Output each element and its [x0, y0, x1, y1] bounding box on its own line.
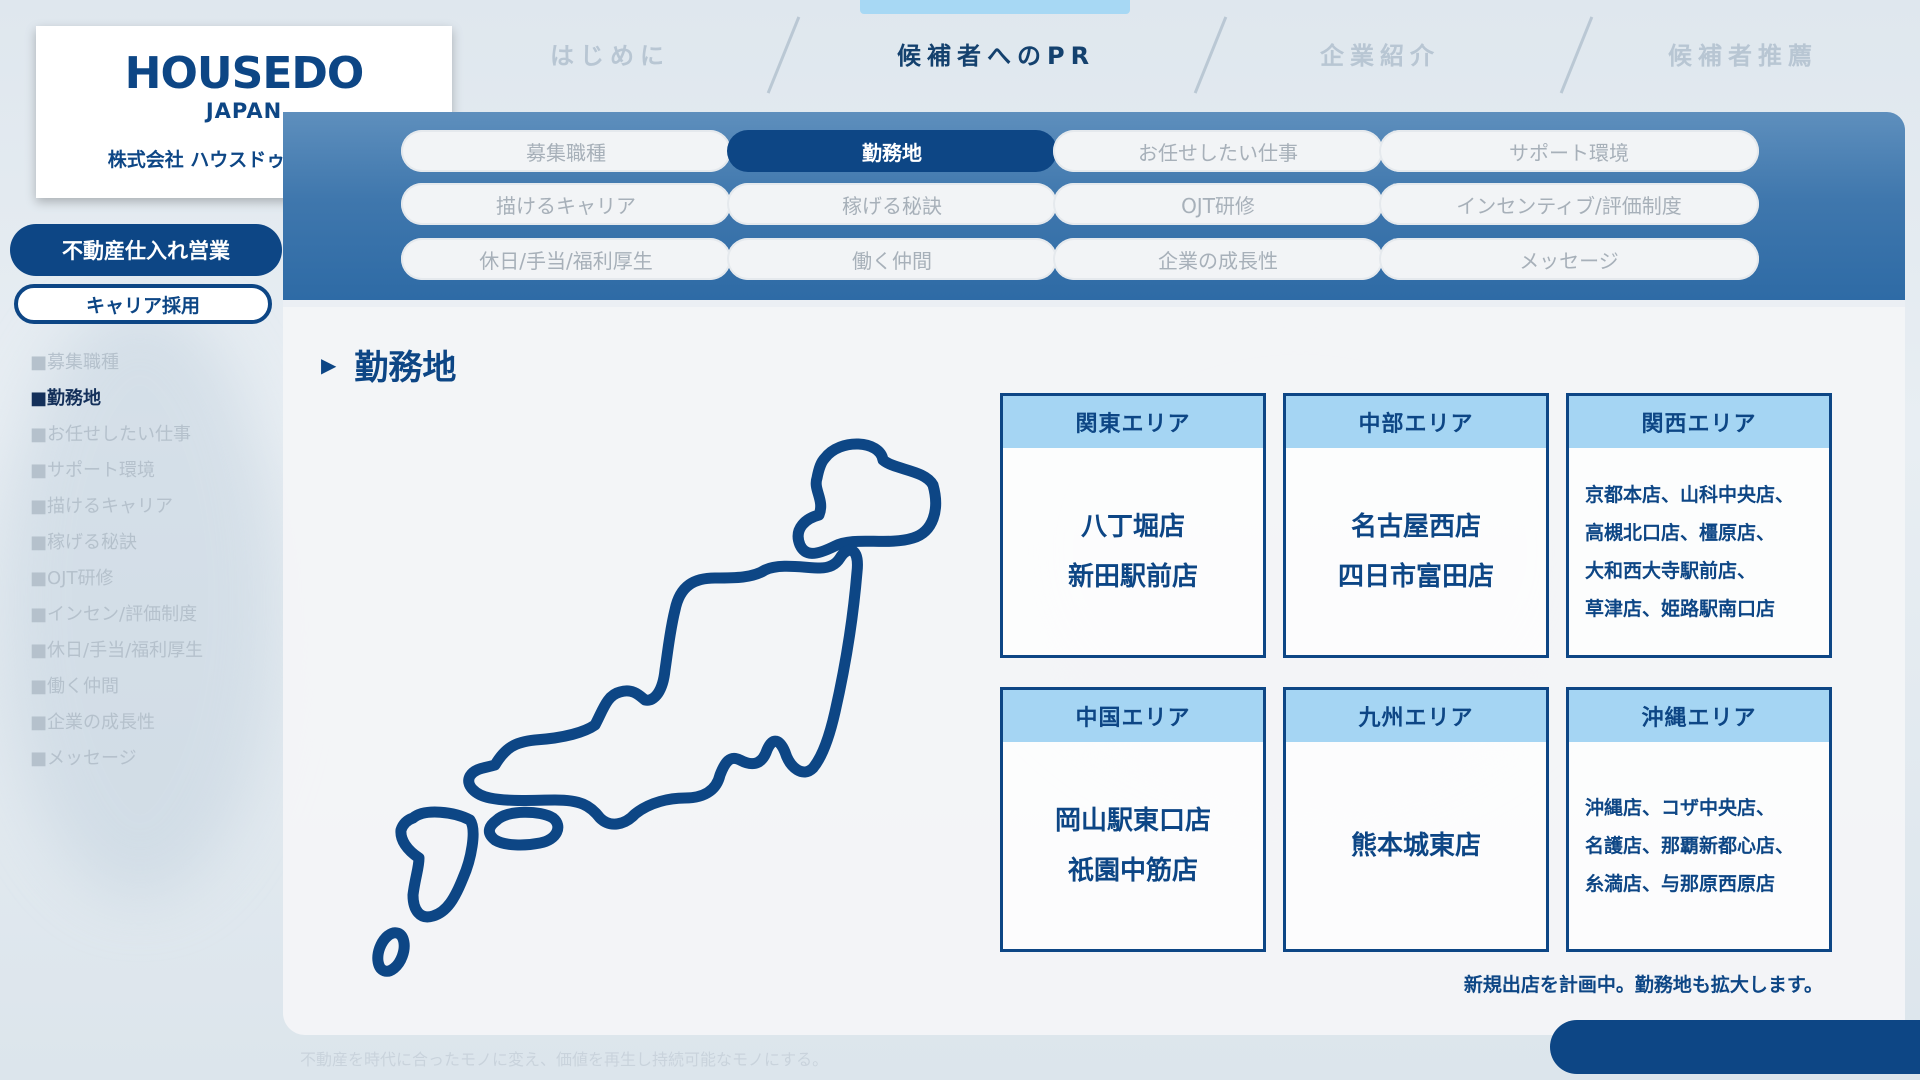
store-name: 新田駅前店: [1067, 561, 1198, 592]
sidebar-item[interactable]: ■インセン/評価制度: [30, 602, 203, 638]
menu-pill[interactable]: 募集職種: [401, 130, 731, 172]
nav-divider: [1559, 16, 1594, 94]
store-name: 草津店、姫路駅南口店: [1585, 597, 1776, 620]
area-heading: 九州エリア: [1286, 690, 1546, 742]
top-nav-indicator: [860, 0, 1130, 14]
section-title: 勤務地: [354, 348, 457, 388]
store-name: 四日市富田店: [1337, 561, 1494, 592]
brand-logo: HOUSEDO: [124, 48, 365, 99]
area-heading: 関西エリア: [1569, 396, 1829, 448]
menu-pill[interactable]: 描けるキャリア: [401, 183, 731, 225]
sidebar-item[interactable]: ■休日/手当/福利厚生: [30, 638, 203, 674]
submenu-panel: 募集職種 勤務地 お任せしたい仕事 サポート環境描けるキャリア 稼げる秘訣 OJT研修 イン…: [283, 112, 1905, 307]
store-name: 熊本城東店: [1350, 830, 1481, 861]
section-heading: ▶ 勤務地: [321, 340, 456, 389]
store-name: 京都本店、山科中央店、: [1585, 483, 1795, 506]
triangle-icon: ▶: [321, 352, 337, 377]
store-list: 八丁堀店 新田駅前店: [1003, 448, 1263, 655]
sidebar-item[interactable]: ■募集職種: [30, 350, 203, 386]
sidebar-item[interactable]: ■サポート環境: [30, 458, 203, 494]
store-list: 沖縄店、コザ中央店、 名護店、那覇新都心店、 糸満店、与那原西原店: [1569, 742, 1829, 949]
area-card: 九州エリア熊本城東店: [1283, 687, 1549, 952]
menu-pill[interactable]: 稼げる秘訣: [727, 183, 1057, 225]
store-name: 高槻北口店、橿原店、: [1585, 521, 1776, 544]
sidebar-item[interactable]: ■稼げる秘訣: [30, 530, 203, 566]
sidebar-item[interactable]: ■勤務地: [30, 386, 203, 422]
sidebar-item[interactable]: ■お任せしたい仕事: [30, 422, 203, 458]
store-list: 名古屋西店四日市富田店: [1286, 448, 1546, 655]
store-list: 熊本城東店: [1286, 742, 1546, 949]
tab-company[interactable]: 企業紹介: [1320, 36, 1440, 71]
store-list: 京都本店、山科中央店、 高槻北口店、橿原店、 大和西大寺駅前店、 草津店、姫路駅南口店: [1569, 448, 1829, 655]
tab-intro[interactable]: はじめに: [550, 36, 670, 71]
menu-pill[interactable]: サポート環境: [1379, 130, 1759, 172]
store-list: 岡山駅東口店 祇園中筋店: [1003, 742, 1263, 949]
menu-pill[interactable]: お任せしたい仕事: [1053, 130, 1383, 172]
area-heading: 中部エリア: [1286, 396, 1546, 448]
sidebar-item[interactable]: ■企業の成長性: [30, 710, 203, 746]
area-card: 関東エリア八丁堀店新田駅前店: [1000, 393, 1266, 658]
career-hiring-button[interactable]: キャリア採用: [14, 284, 272, 324]
store-name: 岡山駅東口店: [1054, 805, 1211, 836]
area-heading: 中国エリア: [1003, 690, 1263, 742]
store-name: 大和西大寺駅前店、: [1585, 559, 1757, 582]
area-heading: 沖縄エリア: [1569, 690, 1829, 742]
main-content: ▶ 勤務地 関東エリア 八丁堀店 新田駅前店 中部エリア 名古屋西店 四日市富田店 関西エリ…: [283, 300, 1905, 1035]
area-card: 中国エリア 岡山駅東口店 祇園中筋店: [1000, 687, 1266, 952]
menu-pill[interactable]: 休日/手当/福利厚生: [401, 238, 731, 280]
area-heading: 関東エリア: [1003, 396, 1263, 448]
footer-action-button[interactable]: [1550, 1020, 1920, 1074]
store-name: 沖縄店、コザ中央店、: [1585, 796, 1776, 819]
area-card: 沖縄エリア 沖縄店、コザ中央店、 名護店、那覇新都心店、 糸満店、与那原西原店: [1566, 687, 1832, 952]
menu-pill[interactable]: 企業の成長性: [1053, 238, 1383, 280]
sidebar-item[interactable]: ■OJT研修: [30, 566, 203, 602]
store-name: 糸満店、与那原西原店: [1585, 872, 1776, 895]
menu-pill[interactable]: インセンティブ/評価制度: [1379, 183, 1759, 225]
sidebar-item[interactable]: ■働く仲間: [30, 674, 203, 710]
menu-pill[interactable]: 働く仲間: [727, 238, 1057, 280]
area-card: 中部エリア名古屋西店四日市富田店: [1283, 393, 1549, 658]
menu-pill[interactable]: 勤務地: [727, 130, 1057, 172]
tab-candidate-pr[interactable]: 候補者へのPR: [897, 36, 1095, 71]
sidebar-item[interactable]: ■描けるキャリア: [30, 494, 203, 530]
store-name: 名古屋西店: [1350, 511, 1481, 542]
store-name: 祇園中筋店: [1067, 855, 1198, 886]
sidebar-list: ■募集職種 ■勤務地 ■お任せしたい仕事 ■サポート環境 ■描けるキャリア ■稼げる秘訣 ■…: [30, 350, 203, 782]
store-name: 名護店、那覇新都心店、: [1585, 834, 1795, 857]
tab-recommend[interactable]: 候補者推薦: [1668, 36, 1818, 71]
sidebar-item[interactable]: ■メッセージ: [30, 746, 203, 782]
japan-map-icon: [372, 438, 942, 977]
menu-pill[interactable]: OJT研修: [1053, 183, 1383, 225]
menu-pill[interactable]: メッセージ: [1379, 238, 1759, 280]
store-name: 八丁堀店: [1080, 511, 1185, 542]
area-card: 関西エリア 京都本店、山科中央店、 高槻北口店、橿原店、 大和西大寺駅前店、 草津店、姫…: [1566, 393, 1832, 658]
footer-slogan: 不動産を時代に合ったモノに変え、価値を再生し持続可能なモノにする。: [300, 1050, 829, 1069]
job-category-button[interactable]: 不動産仕入れ営業: [10, 224, 282, 276]
expansion-note: 新規出店を計画中。勤務地も拡大します。: [1463, 974, 1823, 996]
nav-divider: [766, 16, 801, 94]
nav-divider: [1193, 16, 1228, 94]
